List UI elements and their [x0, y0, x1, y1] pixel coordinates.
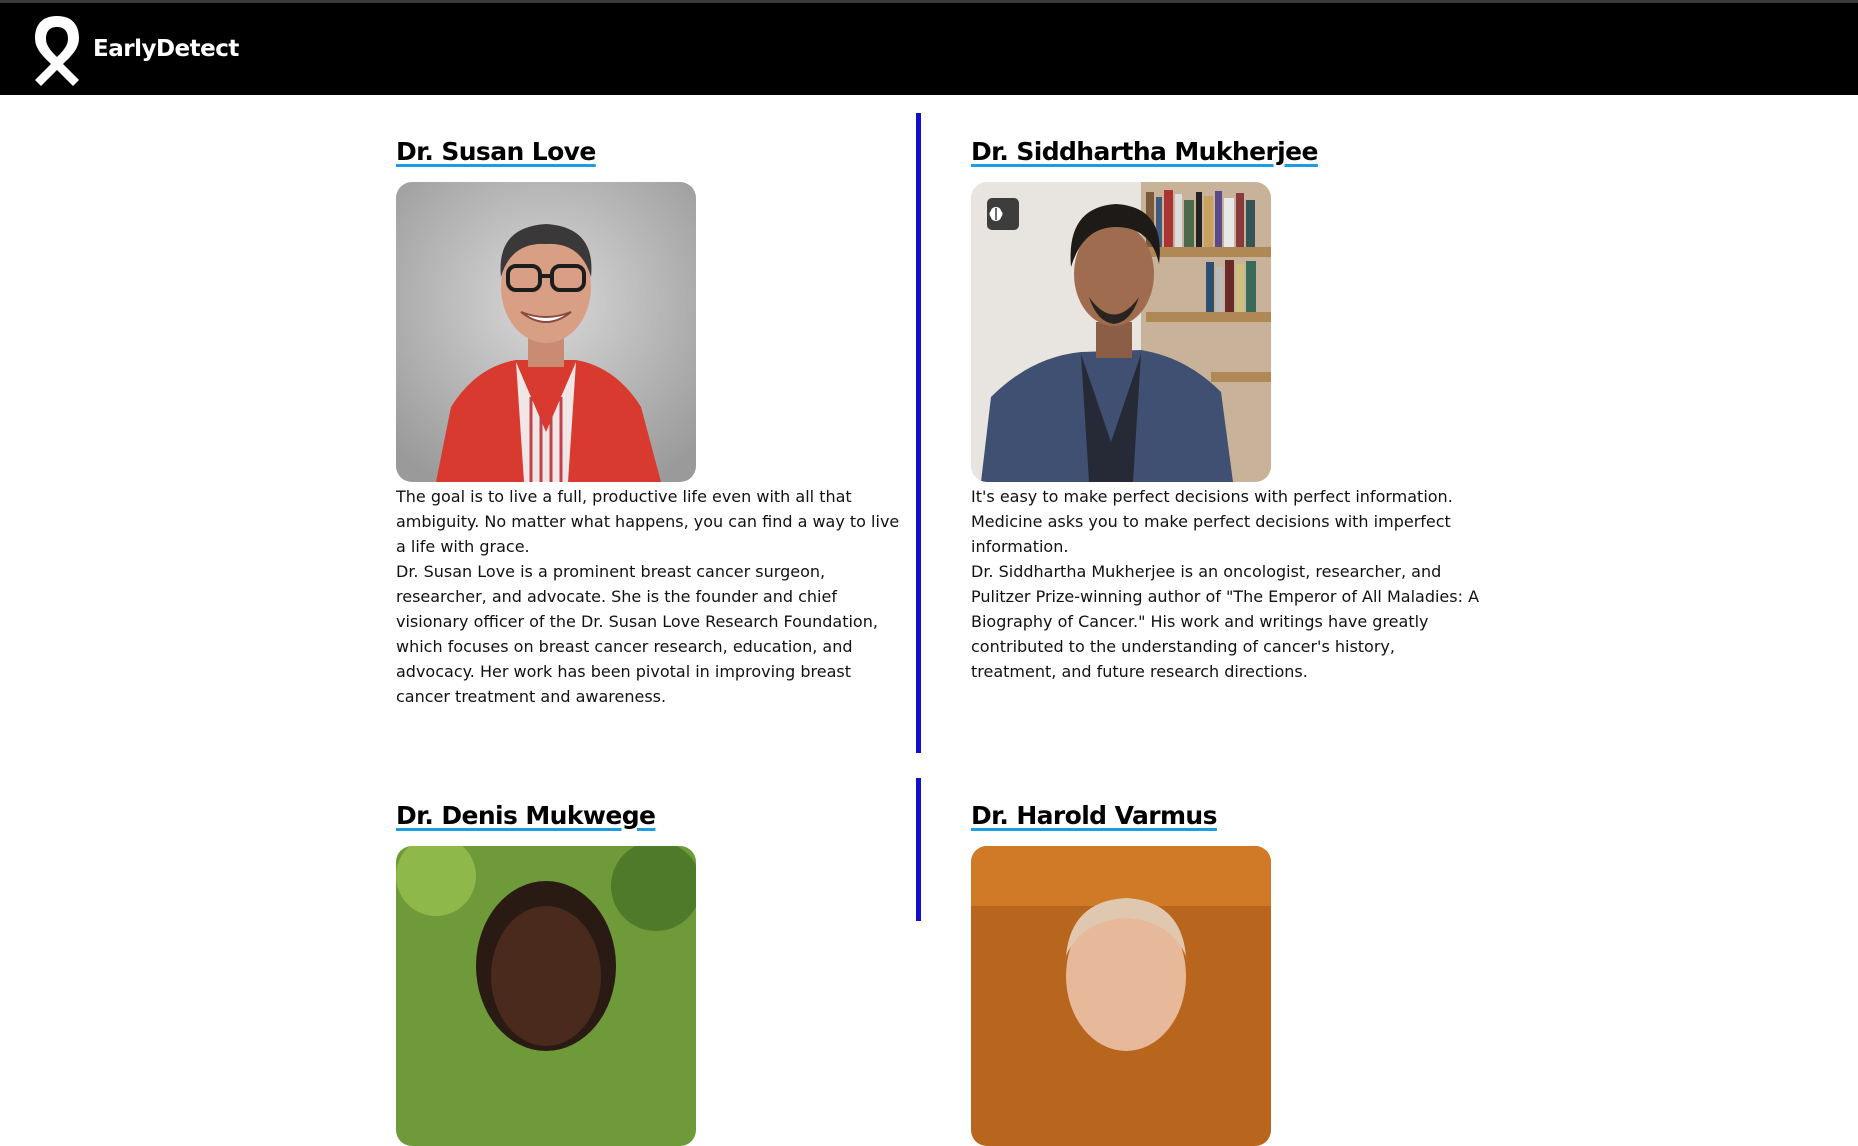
doctor-bio: Dr. Siddhartha Mukherjee is an oncologis… [971, 562, 1480, 681]
doctor-name: Dr. Denis Mukwege [396, 801, 656, 830]
column-divider [916, 778, 921, 921]
doctor-card: Dr. Susan Love The goal is to live a ful… [396, 137, 906, 717]
doctor-photo [396, 182, 696, 482]
doctor-photo [396, 846, 696, 1146]
brand-name[interactable]: EarlyDetect [93, 36, 239, 62]
awareness-ribbon-icon[interactable] [27, 12, 87, 90]
doctor-photo [971, 846, 1271, 1146]
navbar: EarlyDetect [0, 3, 1858, 95]
doctor-card: Dr. Denis Mukwege [396, 801, 906, 1146]
doctor-photo [971, 182, 1271, 482]
doctor-name: Dr. Harold Varmus [971, 801, 1218, 830]
column-divider [916, 113, 921, 753]
doctor-card: Dr. Harold Varmus [971, 801, 1481, 1146]
doctor-bio: Dr. Susan Love is a prominent breast can… [396, 562, 878, 706]
brain-icon[interactable] [987, 198, 1019, 230]
doctor-name: Dr. Siddhartha Mukherjee [971, 137, 1318, 166]
doctor-description: It's easy to make perfect decisions with… [971, 484, 1481, 684]
doctor-name: Dr. Susan Love [396, 137, 596, 166]
doctor-card: Dr. Siddhartha Mukherjee It's easy to ma… [971, 137, 1481, 717]
doctor-quote: It's easy to make perfect decisions with… [971, 487, 1453, 556]
doctor-description: The goal is to live a full, productive l… [396, 484, 906, 709]
doctor-quote: The goal is to live a full, productive l… [396, 487, 900, 556]
